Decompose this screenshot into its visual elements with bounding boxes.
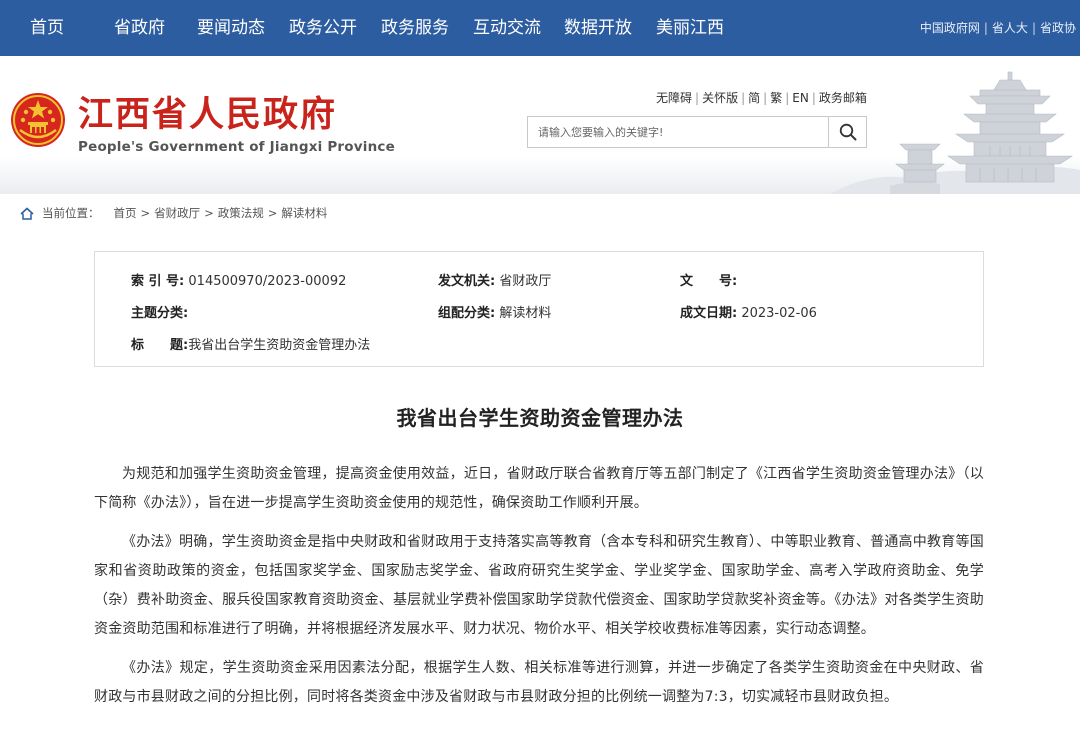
info-date-value: 2023-02-06 — [741, 306, 817, 321]
nav-item-gov-disclosure[interactable]: 政务公开 — [289, 17, 357, 39]
breadcrumb-separator: > — [204, 206, 214, 220]
breadcrumb-separator: > — [267, 206, 278, 220]
link-china-gov[interactable]: 中国政府网 — [920, 21, 980, 35]
link-accessibility[interactable]: 无障碍 — [656, 91, 692, 105]
nav-item-gov-service[interactable]: 政务服务 — [381, 17, 449, 39]
search-input[interactable] — [528, 117, 828, 147]
site-subtitle: People's Government of Jiangxi Province — [78, 139, 395, 155]
breadcrumb-policies[interactable]: 政策法规 — [218, 205, 264, 221]
breadcrumb-interpretation[interactable]: 解读材料 — [281, 205, 327, 221]
article-paragraph: 《办法》规定，学生资助资金采用因素法分配，根据学生人数、相关标准等进行测算，并进… — [94, 660, 984, 705]
link-english[interactable]: EN — [792, 91, 809, 105]
document-info-panel: 索 引 号: 014500970/2023-00092 发文机关: 省财政厅 文… — [94, 251, 984, 367]
info-docno-label: 文 号: — [680, 274, 738, 289]
article-paragraph: 为规范和加强学生资助资金管理，提高资金使用效益，近日，省财政厅联合省教育厅等五部… — [94, 466, 984, 511]
link-simplified[interactable]: 简 — [748, 91, 760, 105]
tengwang-pavilion-icon — [830, 71, 1080, 194]
nav-right-links: 中国政府网 | 省人大 | 省政协 — [919, 21, 1076, 35]
info-category-label: 组配分类: — [438, 306, 496, 321]
breadcrumb-finance-dept[interactable]: 省财政厅 — [154, 205, 200, 221]
info-docno: 文 号: — [680, 270, 737, 289]
info-index: 索 引 号: 014500970/2023-00092 — [131, 270, 346, 289]
breadcrumb: 当前位置： 首页 > 省财政厅 > 政策法规 > 解读材料 — [20, 205, 327, 221]
breadcrumb-label: 当前位置： — [42, 206, 100, 220]
search-box — [527, 116, 867, 148]
nav-item-province-gov[interactable]: 省政府 — [114, 17, 165, 39]
site-title[interactable]: 江西省人民政府 — [78, 94, 337, 136]
info-date-label: 成文日期: — [680, 306, 738, 321]
link-traditional[interactable]: 繁 — [770, 91, 782, 105]
top-nav-bar: 首页 省政府 要闻动态 政务公开 政务服务 互动交流 数据开放 美丽江西 中国政… — [0, 0, 1080, 56]
nav-item-interaction[interactable]: 互动交流 — [473, 17, 541, 39]
info-index-label: 索 引 号: — [131, 274, 185, 289]
info-title: 标 题:我省出台学生资助资金管理办法 — [131, 334, 370, 353]
nav-item-beautiful-jiangxi[interactable]: 美丽江西 — [656, 17, 724, 39]
breadcrumb-separator: > — [140, 206, 151, 220]
link-provincial-npc[interactable]: 省人大 — [992, 21, 1028, 35]
info-issuer: 发文机关: 省财政厅 — [438, 270, 551, 289]
article-paragraph: 《办法》明确，学生资助资金是指中央财政和省财政用于支持落实高等教育（含本专科和研… — [94, 534, 984, 637]
info-index-value: 014500970/2023-00092 — [188, 274, 347, 289]
site-header: 江西省人民政府 People's Government of Jiangxi P… — [0, 56, 1080, 194]
link-provincial-cppcc[interactable]: 省政协 — [1040, 21, 1076, 35]
article-title: 我省出台学生资助资金管理办法 — [396, 406, 684, 430]
info-category-value: 解读材料 — [499, 306, 552, 321]
info-issuer-value: 省财政厅 — [499, 274, 552, 289]
nav-item-home[interactable]: 首页 — [30, 17, 64, 39]
link-care-mode[interactable]: 关怀版 — [702, 91, 738, 105]
nav-item-open-data[interactable]: 数据开放 — [564, 17, 632, 39]
info-title-label: 标 题: — [131, 338, 189, 353]
article-body: 为规范和加强学生资助资金管理，提高资金使用效益，近日，省财政厅联合省教育厅等五部… — [94, 460, 984, 722]
info-topic-label: 主题分类: — [131, 306, 189, 321]
info-category: 组配分类: 解读材料 — [438, 302, 551, 321]
info-title-value: 我省出台学生资助资金管理办法 — [188, 338, 371, 353]
info-issuer-label: 发文机关: — [438, 274, 496, 289]
home-icon — [20, 206, 34, 220]
breadcrumb-home[interactable]: 首页 — [114, 205, 137, 221]
nav-item-news[interactable]: 要闻动态 — [197, 17, 265, 39]
info-topic: 主题分类: — [131, 302, 188, 321]
info-date: 成文日期: 2023-02-06 — [680, 302, 817, 321]
national-emblem-icon[interactable] — [10, 92, 66, 148]
